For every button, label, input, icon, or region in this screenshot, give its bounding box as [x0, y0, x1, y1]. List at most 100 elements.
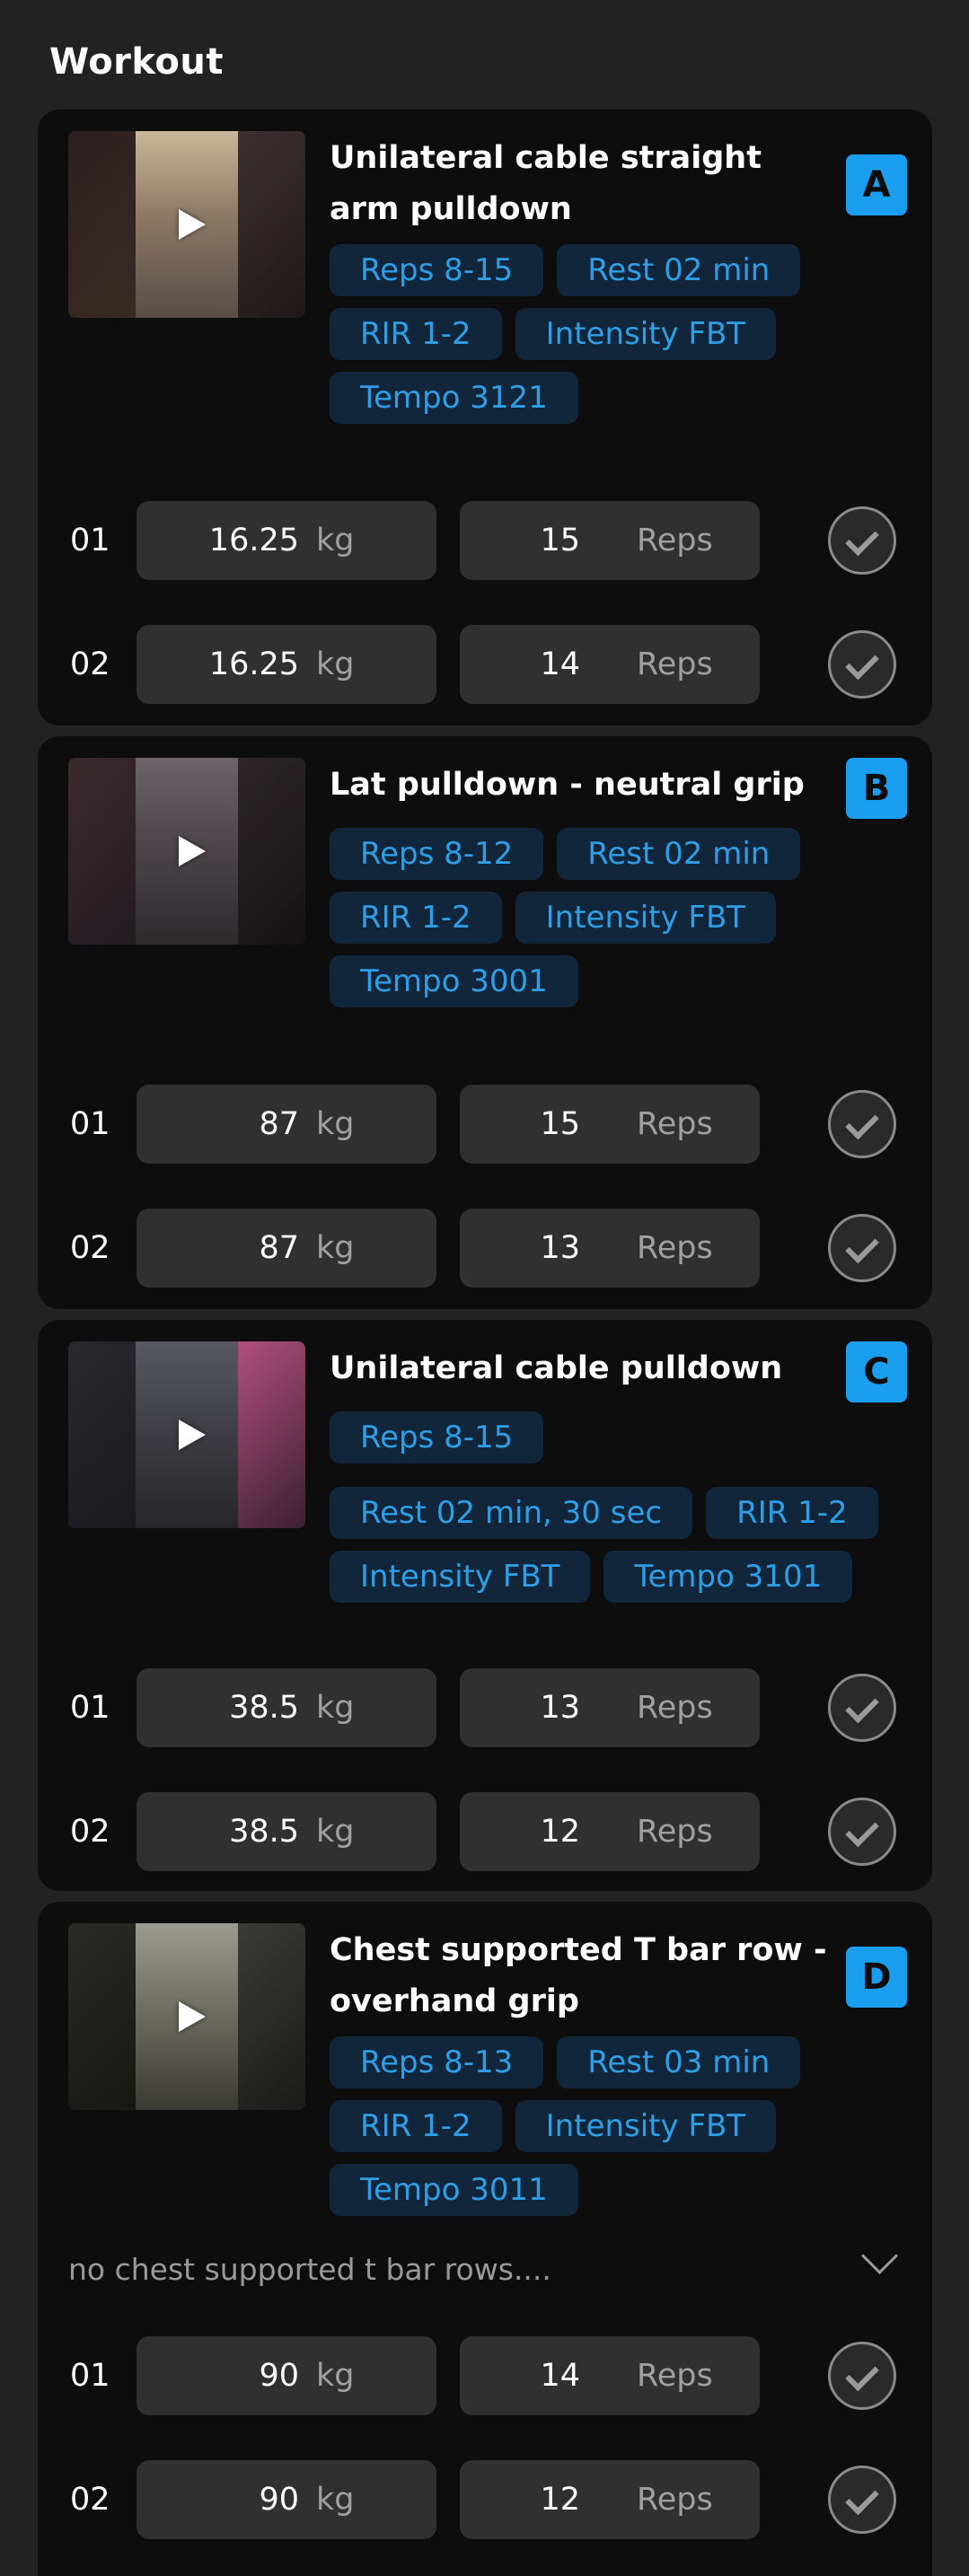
check-icon[interactable] [828, 2466, 896, 2534]
tag-reps: Reps 8-13 [330, 2036, 544, 2088]
weight-unit: kg [316, 2358, 355, 2394]
set-number: 01 [70, 1690, 110, 1726]
set-number: 02 [70, 2482, 110, 2518]
check-icon[interactable] [828, 1674, 896, 1742]
weight-input[interactable]: 16.25 kg [137, 625, 436, 704]
reps-input[interactable]: 14 Reps [460, 625, 760, 704]
reps-value: 14 [540, 646, 580, 682]
video-thumbnail[interactable] [68, 1923, 305, 2110]
video-thumbnail[interactable] [68, 131, 305, 318]
set-number: 01 [70, 2358, 110, 2394]
reps-input[interactable]: 12 Reps [460, 2460, 760, 2539]
reps-input[interactable]: 13 Reps [460, 1668, 760, 1747]
reps-value: 14 [540, 2358, 580, 2394]
check-icon[interactable] [828, 630, 896, 699]
exercise-card-c: Unilateral cable pulldown C Reps 8-15 Re… [38, 1320, 932, 1891]
exercise-tags: Reps 8-15 Rest 02 min RIR 1-2 Intensity … [330, 244, 904, 424]
reps-unit: Reps [637, 646, 713, 682]
reps-unit: Reps [637, 1106, 713, 1142]
video-thumbnail[interactable] [68, 758, 305, 945]
tag-rir: RIR 1-2 [330, 2100, 502, 2152]
reps-input[interactable]: 12 Reps [460, 1792, 760, 1871]
exercise-tags: Reps 8-12 Rest 02 min RIR 1-2 Intensity … [330, 828, 904, 1007]
weight-value: 38.5 [229, 1814, 299, 1850]
tag-intensity: Intensity FBT [515, 892, 777, 944]
tag-rest: Rest 03 min [557, 2036, 801, 2088]
reps-input[interactable]: 13 Reps [460, 1209, 760, 1288]
page-title: Workout [49, 41, 225, 83]
weight-value: 87 [259, 1106, 299, 1142]
reps-unit: Reps [637, 1814, 713, 1850]
tag-tempo: Tempo 3101 [603, 1551, 853, 1603]
tag-tempo: Tempo 3001 [330, 955, 578, 1007]
tag-reps: Reps 8-15 [330, 1411, 544, 1464]
reps-input[interactable]: 15 Reps [460, 1085, 760, 1164]
tag-rir: RIR 1-2 [330, 892, 502, 944]
tag-intensity: Intensity FBT [515, 308, 777, 360]
chevron-down-icon[interactable] [860, 2237, 899, 2275]
tag-reps: Reps 8-12 [330, 828, 544, 880]
exercise-card-a: Unilateral cable straight arm pulldown A… [38, 110, 932, 725]
weight-unit: kg [316, 1106, 355, 1142]
exercise-card-b: Lat pulldown - neutral grip B Reps 8-12 … [38, 736, 932, 1309]
tag-rest: Rest 02 min [557, 828, 801, 880]
weight-unit: kg [316, 523, 355, 558]
weight-value: 38.5 [229, 1690, 299, 1726]
set-number: 01 [70, 1106, 110, 1142]
set-number: 02 [70, 1230, 110, 1266]
weight-unit: kg [316, 1690, 355, 1726]
reps-value: 15 [540, 523, 580, 558]
tag-tempo: Tempo 3011 [330, 2164, 578, 2216]
exercise-tags: Reps 8-15 Rest 02 min, 30 sec RIR 1-2 In… [330, 1411, 904, 1603]
tag-intensity: Intensity FBT [515, 2100, 777, 2152]
weight-input[interactable]: 90 kg [137, 2336, 436, 2415]
exercise-title: Unilateral cable straight arm pulldown [330, 140, 762, 227]
reps-input[interactable]: 15 Reps [460, 501, 760, 580]
tag-rir: RIR 1-2 [330, 308, 502, 360]
exercise-tags: Reps 8-13 Rest 03 min RIR 1-2 Intensity … [330, 2036, 904, 2216]
weight-input[interactable]: 16.25 kg [137, 501, 436, 580]
reps-value: 13 [540, 1230, 580, 1266]
check-icon[interactable] [828, 1798, 896, 1866]
set-number: 02 [70, 646, 110, 682]
tag-tempo: Tempo 3121 [330, 372, 578, 424]
weight-unit: kg [316, 1230, 355, 1266]
tag-intensity: Intensity FBT [330, 1551, 591, 1603]
weight-value: 90 [259, 2358, 299, 2394]
weight-value: 16.25 [208, 523, 299, 558]
reps-unit: Reps [637, 2482, 713, 2518]
play-icon [179, 1420, 206, 1450]
reps-value: 12 [540, 1814, 580, 1850]
exercise-letter-badge: C [846, 1341, 907, 1402]
reps-unit: Reps [637, 1690, 713, 1726]
reps-input[interactable]: 14 Reps [460, 2336, 760, 2415]
exercise-title: Chest supported T bar row - overhand gri… [330, 1932, 827, 2019]
weight-input[interactable]: 38.5 kg [137, 1668, 436, 1747]
weight-input[interactable]: 87 kg [137, 1085, 436, 1164]
weight-input[interactable]: 87 kg [137, 1209, 436, 1288]
weight-unit: kg [316, 2482, 355, 2518]
exercise-letter-badge: D [846, 1947, 907, 2008]
exercise-card-d: Chest supported T bar row - overhand gri… [38, 1902, 932, 2576]
tag-rir: RIR 1-2 [706, 1487, 878, 1539]
check-icon[interactable] [828, 1090, 896, 1158]
tag-rest: Rest 02 min, 30 sec [330, 1487, 693, 1539]
reps-unit: Reps [637, 2358, 713, 2394]
check-icon[interactable] [828, 506, 896, 575]
reps-value: 12 [540, 2482, 580, 2518]
weight-input[interactable]: 38.5 kg [137, 1792, 436, 1871]
check-icon[interactable] [828, 2342, 896, 2410]
weight-value: 90 [259, 2482, 299, 2518]
exercise-note[interactable]: no chest supported t bar rows.... [68, 2252, 551, 2287]
tag-rest: Rest 02 min [557, 244, 801, 296]
set-number: 01 [70, 523, 110, 558]
exercise-letter-badge: A [846, 154, 907, 215]
play-icon [179, 209, 206, 240]
reps-unit: Reps [637, 523, 713, 558]
play-icon [179, 836, 206, 866]
exercise-title: Lat pulldown - neutral grip [330, 767, 805, 803]
check-icon[interactable] [828, 1214, 896, 1282]
weight-value: 16.25 [208, 646, 299, 682]
video-thumbnail[interactable] [68, 1341, 305, 1528]
weight-input[interactable]: 90 kg [137, 2460, 436, 2539]
